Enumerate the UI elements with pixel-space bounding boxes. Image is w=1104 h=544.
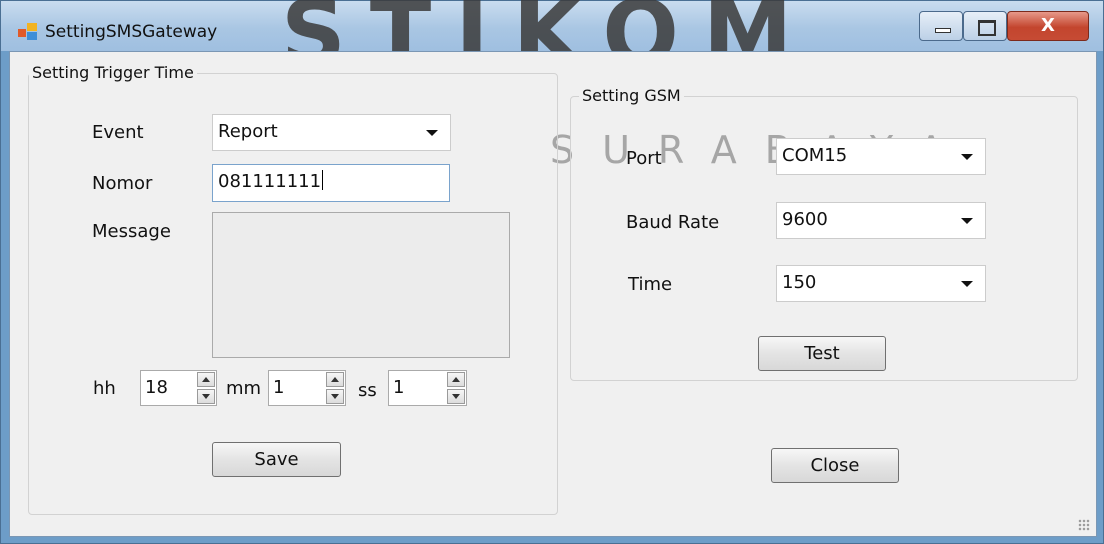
chevron-down-icon xyxy=(961,218,973,224)
baud-rate-value: 9600 xyxy=(782,209,828,230)
app-icon xyxy=(18,23,37,40)
time-dropdown[interactable]: 150 xyxy=(776,265,986,302)
mm-spin-buttons xyxy=(326,372,344,404)
mm-value: 1 xyxy=(273,377,285,398)
resize-grip-icon[interactable] xyxy=(1078,519,1090,531)
close-button[interactable]: Close xyxy=(771,448,899,483)
save-button[interactable]: Save xyxy=(212,442,341,477)
baud-rate-dropdown[interactable]: 9600 xyxy=(776,202,986,239)
event-label: Event xyxy=(92,122,144,143)
ss-spin-buttons xyxy=(447,372,465,404)
hh-spinner[interactable]: 18 xyxy=(140,370,217,406)
mm-down-arrow-icon[interactable] xyxy=(326,389,344,404)
time-label: Time xyxy=(628,274,673,295)
gsm-legend: Setting GSM xyxy=(579,86,684,105)
mm-up-arrow-icon[interactable] xyxy=(326,372,344,387)
hh-label: hh xyxy=(93,378,116,399)
hh-value: 18 xyxy=(145,377,168,398)
port-value: COM15 xyxy=(782,145,848,166)
mm-label: mm xyxy=(226,378,262,399)
ss-up-arrow-icon[interactable] xyxy=(447,372,465,387)
hh-down-arrow-icon[interactable] xyxy=(197,389,215,404)
ss-spinner[interactable]: 1 xyxy=(388,370,467,406)
message-label: Message xyxy=(92,221,171,242)
mm-spinner[interactable]: 1 xyxy=(268,370,346,406)
chevron-down-icon xyxy=(961,281,973,287)
nomor-label: Nomor xyxy=(92,173,153,194)
port-dropdown[interactable]: COM15 xyxy=(776,138,986,175)
hh-up-arrow-icon[interactable] xyxy=(197,372,215,387)
baud-rate-label: Baud Rate xyxy=(626,212,720,233)
app-window: STIKOM SettingSMSGateway X SURABAYA Sett… xyxy=(0,0,1104,544)
test-button[interactable]: Test xyxy=(758,336,886,371)
chevron-down-icon xyxy=(961,154,973,160)
chevron-down-icon xyxy=(426,130,438,136)
minimize-button[interactable] xyxy=(919,11,963,41)
time-value: 150 xyxy=(782,272,817,293)
message-textarea[interactable] xyxy=(212,212,510,358)
nomor-value: 081111111 xyxy=(218,171,322,192)
maximize-button[interactable] xyxy=(963,11,1007,41)
form-client-area: SURABAYA Setting Trigger Time Event Repo… xyxy=(9,51,1097,537)
ss-down-arrow-icon[interactable] xyxy=(447,389,465,404)
nomor-input[interactable]: 081111111 xyxy=(212,164,450,202)
ss-label: ss xyxy=(358,380,377,401)
close-window-button[interactable]: X xyxy=(1007,11,1089,41)
title-bar[interactable]: STIKOM SettingSMSGateway X xyxy=(1,0,1103,86)
text-caret xyxy=(322,170,324,190)
event-value: Report xyxy=(218,121,278,142)
window-title: SettingSMSGateway xyxy=(45,22,218,42)
trigger-time-legend: Setting Trigger Time xyxy=(29,63,197,82)
port-label: Port xyxy=(626,148,662,169)
ss-value: 1 xyxy=(393,377,405,398)
event-dropdown[interactable]: Report xyxy=(212,114,451,151)
hh-spin-buttons xyxy=(197,372,215,404)
